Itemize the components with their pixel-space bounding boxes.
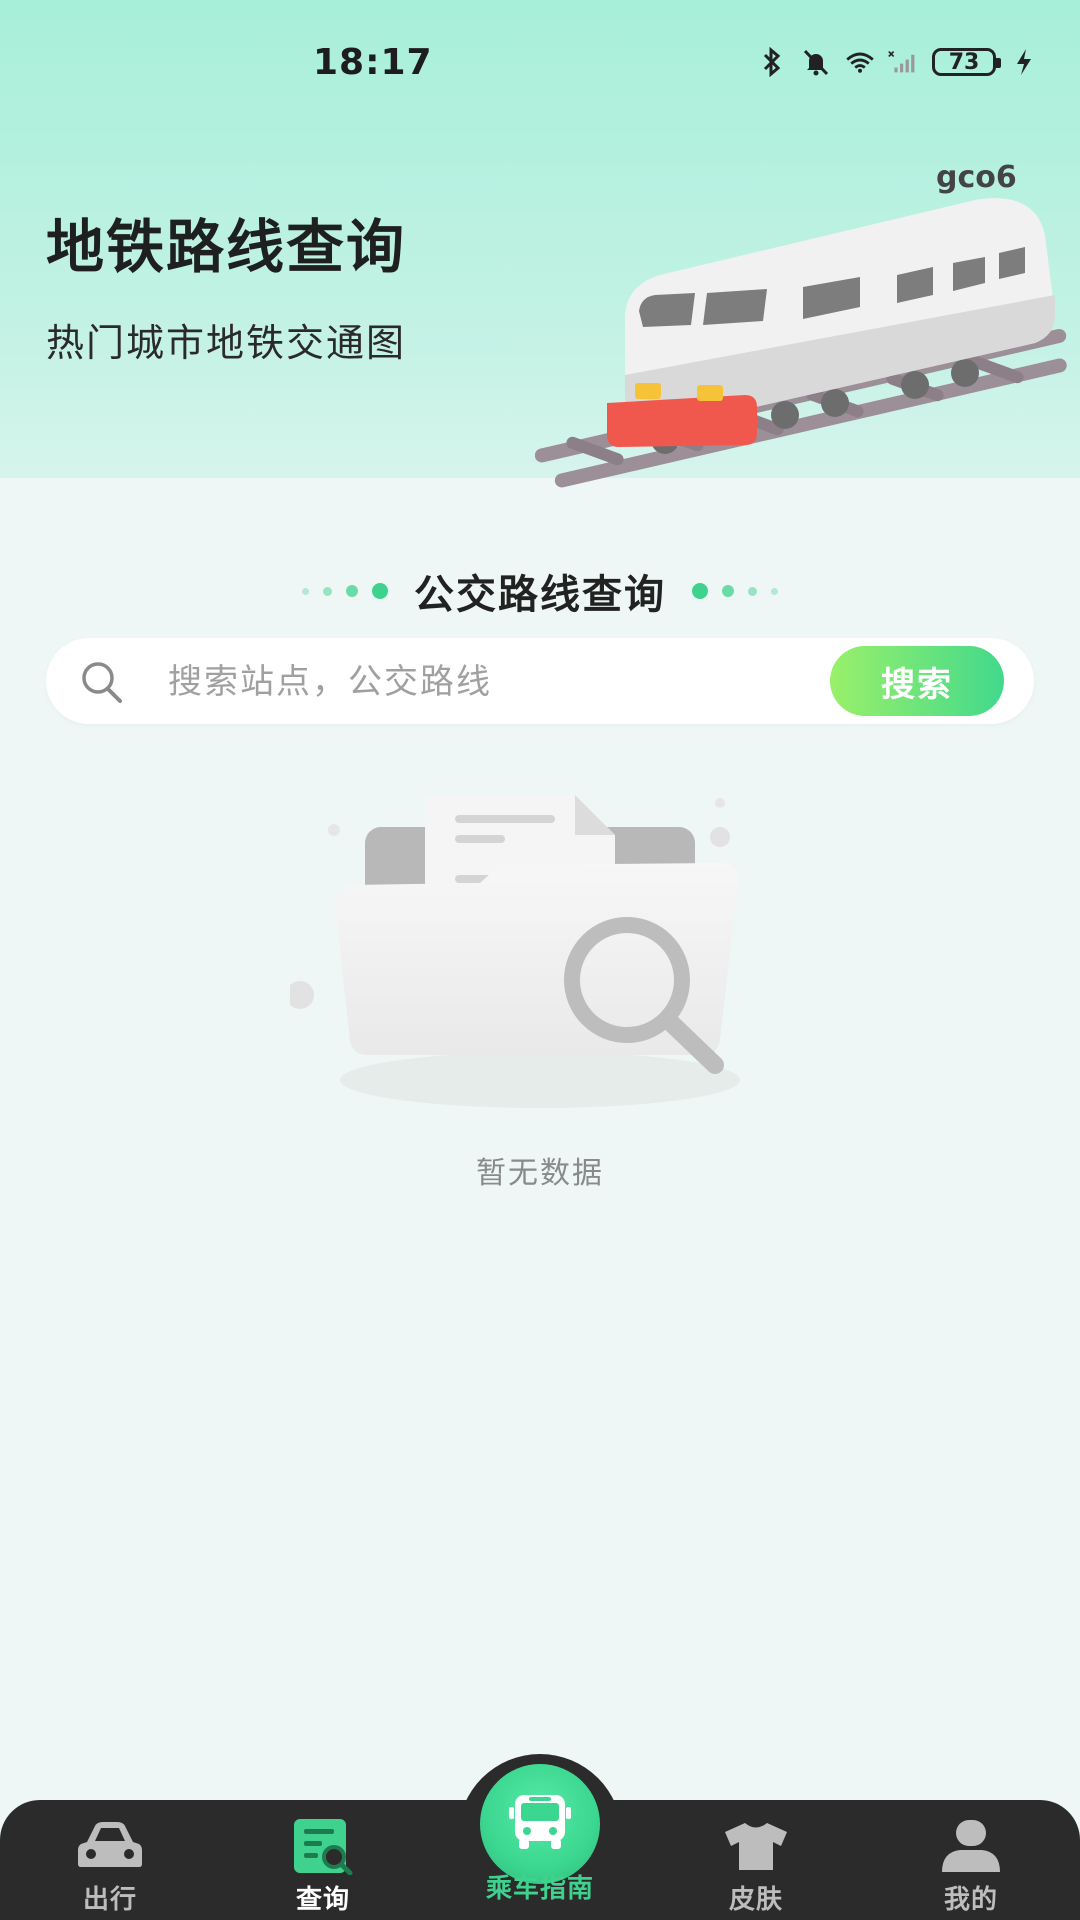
- status-bar: 18:17 73: [0, 40, 1080, 90]
- search-button[interactable]: 搜索: [830, 646, 1004, 716]
- bus-icon: [509, 1793, 571, 1855]
- tab-travel[interactable]: 出行: [30, 1815, 190, 1920]
- battery-indicator: 73: [932, 48, 1001, 76]
- search-icon: [78, 658, 126, 706]
- tab-label: 我的: [943, 1885, 998, 1915]
- search-input[interactable]: [166, 656, 850, 708]
- user-icon: [936, 1815, 1006, 1877]
- status-icons: 73: [756, 46, 1040, 78]
- status-time: 18:17: [313, 42, 433, 83]
- decor-dots-right: [692, 583, 778, 599]
- bell-muted-icon: [800, 46, 832, 78]
- tab-ride-guide[interactable]: [480, 1764, 600, 1884]
- wifi-icon: [844, 46, 876, 78]
- tab-label: 出行: [82, 1885, 137, 1915]
- car-icon: [75, 1815, 145, 1877]
- empty-folder-illustration: [290, 795, 740, 1108]
- hero-subtitle: 热门城市地铁交通图: [46, 321, 407, 365]
- empty-state-text: 暂无数据: [476, 1156, 604, 1191]
- search-document-icon: [288, 1815, 358, 1877]
- charging-icon: [1008, 46, 1040, 78]
- hero-title[interactable]: 地铁路线查询: [46, 200, 406, 284]
- tshirt-icon: [721, 1815, 791, 1877]
- tab-label-ride-guide[interactable]: 乘车指南: [440, 1868, 640, 1905]
- tab-label: 皮肤: [728, 1885, 783, 1915]
- section-header: 公交路线查询: [0, 562, 1080, 620]
- header-banner: 18:17 73 地铁路线查询 热门城市地铁交通图 gco6: [0, 0, 1080, 488]
- watermark-text: gco6: [936, 160, 1017, 195]
- train-illustration[interactable]: [535, 195, 1080, 515]
- signal-icon: [888, 46, 920, 78]
- tab-skin[interactable]: 皮肤: [676, 1815, 836, 1920]
- tab-mine[interactable]: 我的: [891, 1815, 1051, 1920]
- section-title: 公交路线查询: [414, 572, 666, 618]
- decor-dots-left: [302, 583, 388, 599]
- tab-label: 查询: [295, 1885, 350, 1915]
- search-bar[interactable]: 搜索: [46, 638, 1034, 724]
- bluetooth-icon: [756, 46, 788, 78]
- tab-query[interactable]: 查询: [243, 1815, 403, 1920]
